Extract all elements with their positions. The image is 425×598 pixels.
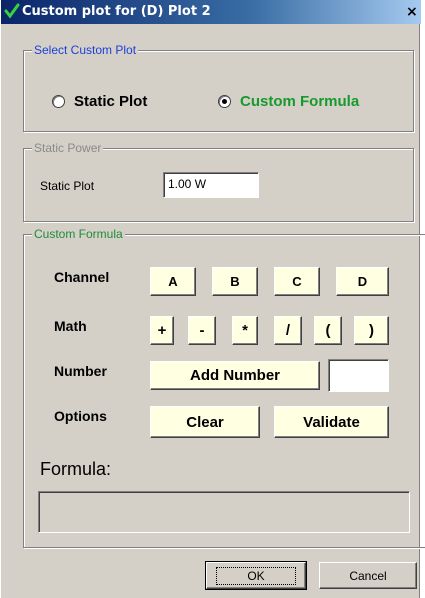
math-plus-button[interactable]: + (150, 316, 174, 345)
add-number-button[interactable]: Add Number (150, 361, 320, 390)
options-label: Options (54, 408, 107, 424)
custom-formula-legend: Custom Formula (32, 227, 125, 241)
static-plot-input[interactable]: 1.00 W (163, 172, 259, 198)
math-open-paren-button[interactable]: ( (314, 316, 342, 345)
custom-formula-group: Custom Formula Channel A B C D Math + - … (23, 227, 425, 548)
select-custom-plot-legend: Select Custom Plot (32, 43, 139, 57)
static-plot-radio-label: Static Plot (74, 93, 148, 110)
window-title: Custom plot for (D) Plot 2 (22, 4, 211, 19)
check-icon (4, 3, 20, 19)
close-icon[interactable]: × (406, 4, 420, 20)
custom-formula-radio-circle (218, 95, 231, 108)
math-divide-button[interactable]: / (274, 316, 302, 345)
number-label: Number (54, 363, 107, 379)
static-plot-label: Static Plot (40, 179, 95, 193)
custom-plot-dialog: Custom plot for (D) Plot 2 × Select Cust… (0, 0, 425, 598)
validate-button[interactable]: Validate (274, 406, 389, 438)
number-input[interactable] (328, 359, 389, 392)
channel-d-button[interactable]: D (336, 267, 389, 296)
custom-formula-radio-label: Custom Formula (240, 93, 360, 110)
static-power-group: Static Power Static Plot 1.00 W (23, 141, 414, 222)
cancel-button[interactable]: Cancel (319, 562, 417, 589)
math-multiply-button[interactable]: * (232, 316, 258, 345)
channel-c-button[interactable]: C (274, 267, 320, 296)
title-bar[interactable]: Custom plot for (D) Plot 2 × (1, 0, 421, 24)
ok-button-label: OK (216, 566, 296, 585)
channel-label: Channel (54, 269, 110, 285)
formula-label: Formula: (40, 459, 112, 479)
channel-b-button[interactable]: B (212, 267, 258, 296)
select-custom-plot-group: Select Custom Plot Static Plot Custom Fo… (23, 43, 414, 132)
channel-a-button[interactable]: A (150, 267, 196, 296)
clear-button[interactable]: Clear (150, 406, 260, 438)
custom-formula-radio[interactable]: Custom Formula (218, 93, 359, 110)
math-minus-button[interactable]: - (188, 316, 216, 345)
static-plot-radio[interactable]: Static Plot (52, 93, 147, 110)
ok-button[interactable]: OK (205, 561, 307, 590)
formula-display (38, 491, 410, 533)
math-label: Math (54, 318, 87, 334)
static-plot-radio-circle (52, 95, 65, 108)
static-power-legend: Static Power (32, 141, 104, 155)
math-close-paren-button[interactable]: ) (354, 316, 389, 345)
